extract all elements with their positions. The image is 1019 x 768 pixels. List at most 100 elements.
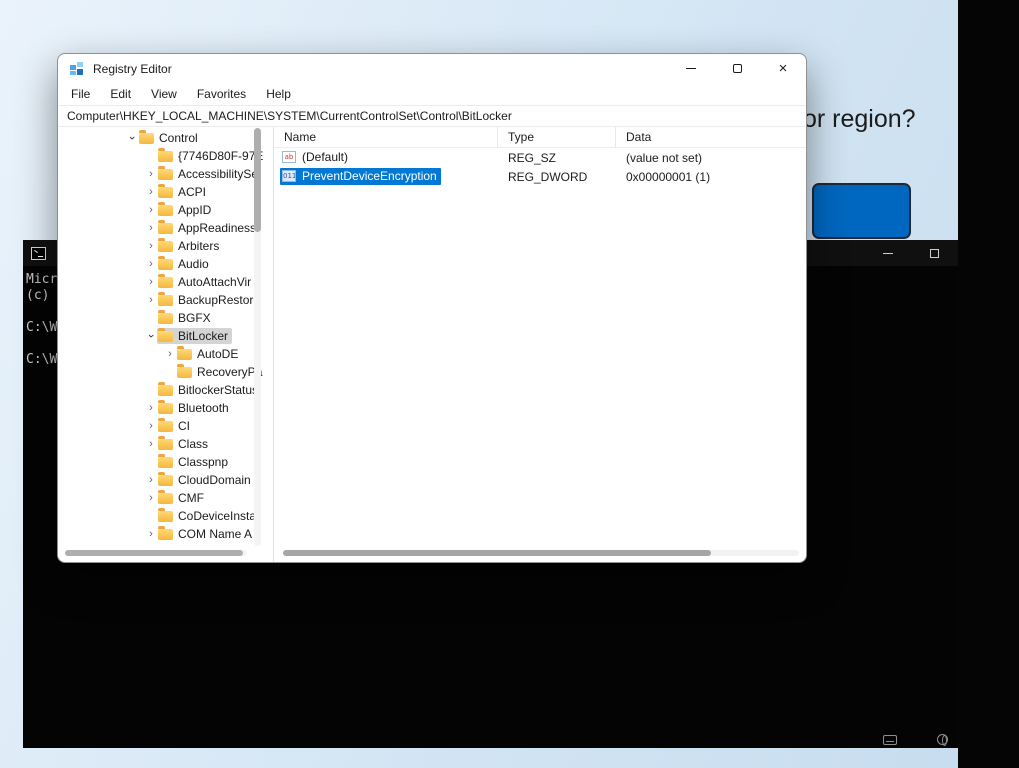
tree-node[interactable]: Class: [157, 436, 212, 452]
tree-node[interactable]: AutoAttachVir: [157, 274, 255, 290]
tree-node[interactable]: AppReadiness: [157, 220, 260, 236]
chevron-expanded-icon[interactable]: ›: [145, 330, 157, 342]
chevron-collapsed-icon[interactable]: ›: [145, 168, 157, 180]
chevron-collapsed-icon[interactable]: ›: [145, 222, 157, 234]
tree-node[interactable]: AppID: [157, 202, 215, 218]
tree-vertical-scrollbar[interactable]: [254, 128, 261, 546]
tree-item-codeviceinsta[interactable]: CoDeviceInsta: [58, 507, 273, 525]
menu-edit[interactable]: Edit: [100, 87, 141, 101]
folder-icon: [158, 475, 173, 486]
tree-node[interactable]: CoDeviceInsta: [157, 508, 260, 524]
chevron-collapsed-icon[interactable]: ›: [145, 204, 157, 216]
tree-item-com-name-a[interactable]: ›COM Name A: [58, 525, 273, 543]
chevron-collapsed-icon[interactable]: ›: [145, 420, 157, 432]
chevron-expanded-icon[interactable]: ›: [126, 132, 138, 144]
tree-item-classpnp[interactable]: Classpnp: [58, 453, 273, 471]
address-bar[interactable]: Computer\HKEY_LOCAL_MACHINE\SYSTEM\Curre…: [58, 105, 806, 127]
value-name[interactable]: ab(Default): [280, 149, 352, 166]
tree-item-appreadiness[interactable]: ›AppReadiness: [58, 219, 273, 237]
tree-item-recoverypa[interactable]: RecoveryPa: [58, 363, 273, 381]
scrollbar-thumb[interactable]: [254, 128, 261, 232]
list-horizontal-scrollbar[interactable]: [283, 550, 799, 556]
tree-item-accessibilityse[interactable]: ›AccessibilitySe: [58, 165, 273, 183]
regedit-titlebar[interactable]: Registry Editor ×: [58, 54, 806, 83]
tree-node[interactable]: BGFX: [157, 310, 215, 326]
tree-node[interactable]: ACPI: [157, 184, 210, 200]
menu-file[interactable]: File: [61, 87, 100, 101]
tree-node[interactable]: CMF: [157, 490, 208, 506]
tree-node[interactable]: Audio: [157, 256, 213, 272]
chevron-collapsed-icon[interactable]: ›: [145, 294, 157, 306]
tree-item-7746d80f-97e[interactable]: {7746D80F-97E: [58, 147, 273, 165]
console-maximize-button[interactable]: [911, 240, 958, 266]
folder-icon: [158, 187, 173, 198]
tree-node[interactable]: Bluetooth: [157, 400, 233, 416]
tree-node[interactable]: CI: [157, 418, 194, 434]
value-name-cell[interactable]: ab(Default): [274, 149, 498, 166]
menu-view[interactable]: View: [141, 87, 187, 101]
menu-favorites[interactable]: Favorites: [187, 87, 256, 101]
regedit-maximize-button[interactable]: [714, 54, 760, 83]
tree-item-control[interactable]: ›Control: [58, 129, 273, 147]
tree-item-class[interactable]: ›Class: [58, 435, 273, 453]
tree-node[interactable]: RecoveryPa: [176, 364, 266, 380]
tree-item-ci[interactable]: ›CI: [58, 417, 273, 435]
value-row-preventdeviceencryption[interactable]: 011PreventDeviceEncryptionREG_DWORD0x000…: [274, 167, 806, 186]
tree-item-bgfx[interactable]: BGFX: [58, 309, 273, 327]
value-name-cell[interactable]: 011PreventDeviceEncryption: [274, 168, 498, 185]
keyboard-icon[interactable]: [883, 735, 897, 745]
folder-icon: [158, 493, 173, 504]
tree-node[interactable]: CloudDomain: [157, 472, 255, 488]
column-header-data[interactable]: Data: [616, 127, 806, 148]
scrollbar-thumb[interactable]: [283, 550, 711, 556]
chevron-collapsed-icon[interactable]: ›: [145, 186, 157, 198]
tree-node[interactable]: BitlockerStatus: [157, 382, 262, 398]
chevron-collapsed-icon[interactable]: ›: [164, 348, 176, 360]
tree-item-cmf[interactable]: ›CMF: [58, 489, 273, 507]
chevron-collapsed-icon[interactable]: ›: [145, 240, 157, 252]
tree-horizontal-scrollbar[interactable]: [65, 550, 247, 556]
tree-item-audio[interactable]: ›Audio: [58, 255, 273, 273]
oobe-primary-button[interactable]: [812, 183, 911, 239]
tree-item-bluetooth[interactable]: ›Bluetooth: [58, 399, 273, 417]
value-name[interactable]: 011PreventDeviceEncryption: [280, 168, 441, 185]
chevron-collapsed-icon[interactable]: ›: [145, 276, 157, 288]
tree-item-clouddomain[interactable]: ›CloudDomain: [58, 471, 273, 489]
tree-node[interactable]: COM Name A: [157, 526, 256, 542]
tree-node[interactable]: BackupRestore: [157, 292, 264, 308]
column-header-name[interactable]: Name: [274, 127, 498, 148]
folder-icon: [158, 529, 173, 540]
console-minimize-button[interactable]: [864, 240, 911, 266]
tree-node[interactable]: Control: [138, 130, 202, 146]
column-header-type[interactable]: Type: [498, 127, 616, 148]
tree-item-backuprestore[interactable]: ›BackupRestore: [58, 291, 273, 309]
tree-node[interactable]: AutoDE: [176, 346, 242, 362]
regedit-minimize-button[interactable]: [668, 54, 714, 83]
globe-icon[interactable]: [937, 734, 948, 745]
tree-item-acpi[interactable]: ›ACPI: [58, 183, 273, 201]
chevron-collapsed-icon[interactable]: ›: [145, 474, 157, 486]
tree-node[interactable]: BitLocker: [157, 328, 232, 344]
tree-node[interactable]: Classpnp: [157, 454, 232, 470]
value-row-default[interactable]: ab(Default)REG_SZ(value not set): [274, 148, 806, 167]
chevron-collapsed-icon[interactable]: ›: [145, 528, 157, 540]
tree-pane: ›Control{7746D80F-97E›AccessibilitySe›AC…: [58, 127, 274, 562]
value-type: REG_SZ: [498, 151, 616, 165]
tree-item-bitlockerstatus[interactable]: BitlockerStatus: [58, 381, 273, 399]
tree-item-autoattachvir[interactable]: ›AutoAttachVir: [58, 273, 273, 291]
tree-node[interactable]: Arbiters: [157, 238, 223, 254]
regedit-close-button[interactable]: ×: [760, 54, 806, 83]
tree-node[interactable]: {7746D80F-97E: [157, 148, 267, 164]
tree-item-autode[interactable]: ›AutoDE: [58, 345, 273, 363]
tree-item-appid[interactable]: ›AppID: [58, 201, 273, 219]
tree-item-arbiters[interactable]: ›Arbiters: [58, 237, 273, 255]
tree-node[interactable]: AccessibilitySe: [157, 166, 262, 182]
chevron-collapsed-icon[interactable]: ›: [145, 438, 157, 450]
chevron-collapsed-icon[interactable]: ›: [145, 402, 157, 414]
scrollbar-thumb[interactable]: [65, 550, 243, 556]
menu-help[interactable]: Help: [256, 87, 301, 101]
chevron-collapsed-icon[interactable]: ›: [145, 492, 157, 504]
chevron-collapsed-icon[interactable]: ›: [145, 258, 157, 270]
tree-item-bitlocker[interactable]: ›BitLocker: [58, 327, 273, 345]
folder-icon: [139, 133, 154, 144]
